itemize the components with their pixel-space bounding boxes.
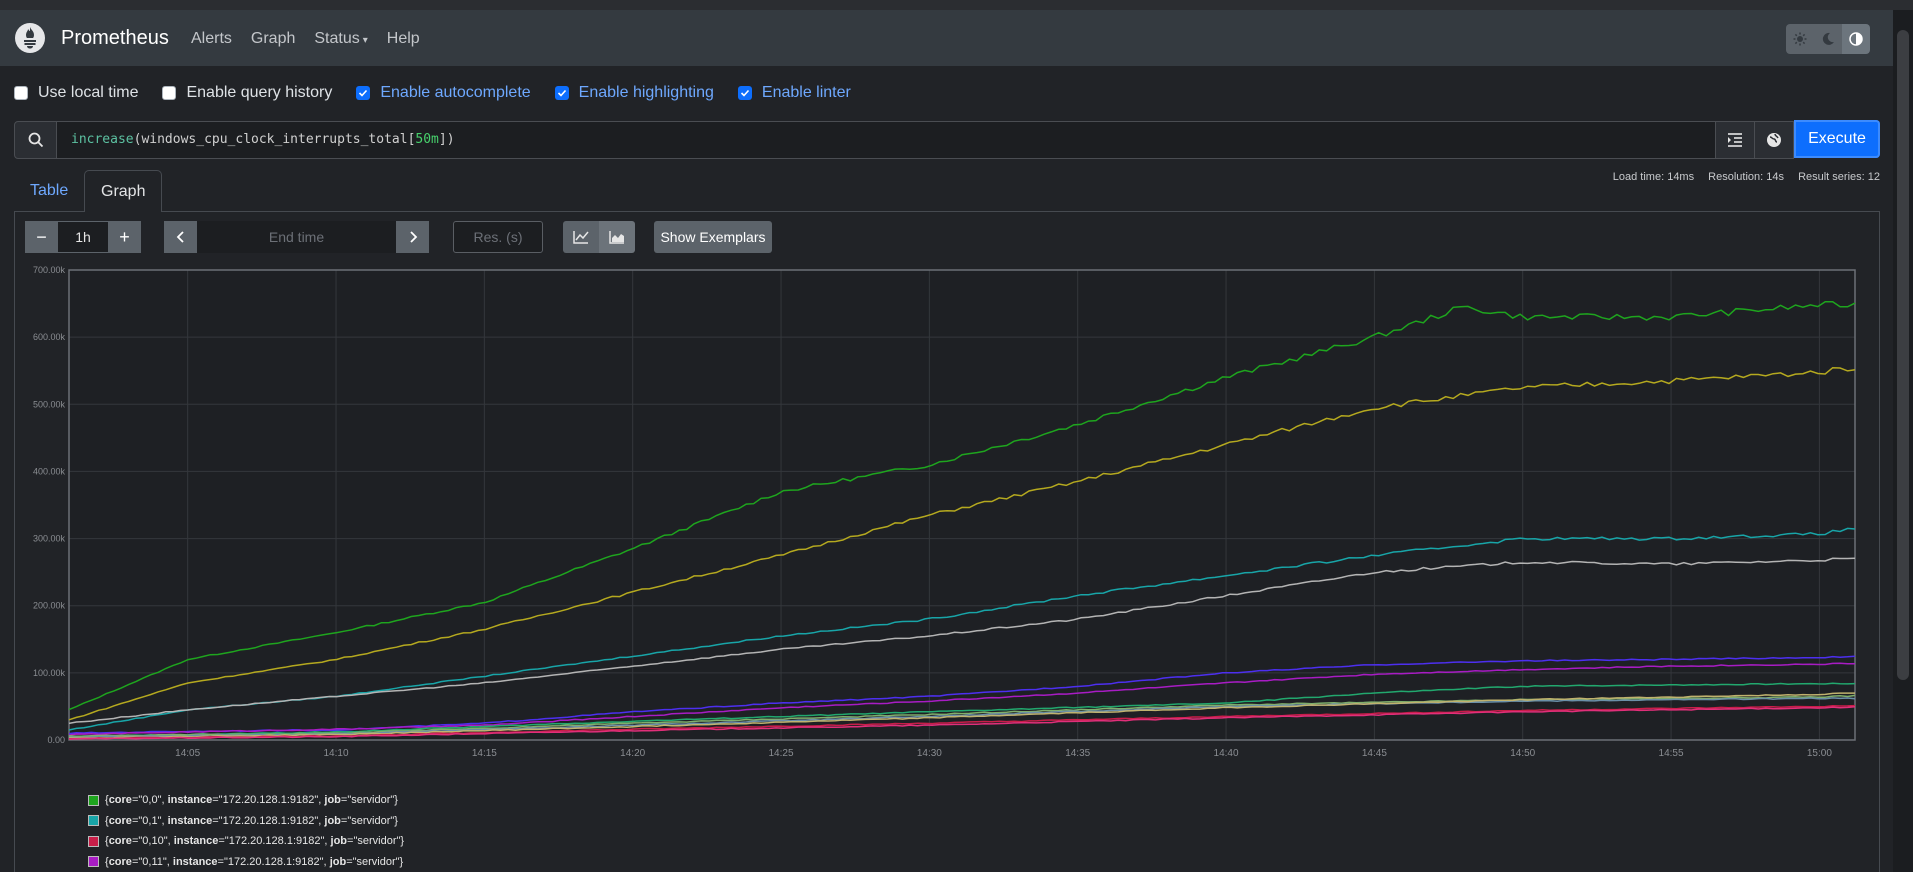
graph-chart[interactable]: 0.00 100.00k 200.00k 300.00k 400.00k 500.00k 6… xyxy=(0,0,1893,790)
legend-swatch xyxy=(88,794,99,806)
legend-swatch xyxy=(88,856,99,868)
x-tick-label: 14:15 xyxy=(472,748,497,759)
x-tick-label: 15:00 xyxy=(1807,748,1832,759)
legend-item[interactable]: {core="0,1", instance="172.20.128.1:9182… xyxy=(88,811,404,832)
x-tick-label: 14:10 xyxy=(323,748,348,759)
x-tick-label: 14:25 xyxy=(769,748,794,759)
y-tick-label: 200.00k xyxy=(33,601,66,611)
legend-swatch xyxy=(88,835,99,847)
y-tick-label: 700.00k xyxy=(33,265,66,275)
x-tick-label: 14:40 xyxy=(1214,748,1239,759)
page-scrollbar-thumb[interactable] xyxy=(1897,30,1909,680)
legend-item[interactable]: {core="0,0", instance="172.20.128.1:9182… xyxy=(88,790,404,811)
y-tick-label: 600.00k xyxy=(33,332,66,342)
legend-label: {core="0,0", instance="172.20.128.1:9182… xyxy=(105,794,398,807)
x-tick-label: 14:20 xyxy=(620,748,645,759)
legend-label: {core="0,10", instance="172.20.128.1:918… xyxy=(105,835,405,848)
x-tick-label: 14:45 xyxy=(1362,748,1387,759)
legend: {core="0,0", instance="172.20.128.1:9182… xyxy=(88,790,404,872)
x-tick-label: 14:05 xyxy=(175,748,200,759)
y-tick-label: 400.00k xyxy=(33,466,66,476)
y-tick-label: 0.00 xyxy=(47,735,65,745)
x-tick-label: 14:50 xyxy=(1510,748,1535,759)
legend-item[interactable]: {core="0,10", instance="172.20.128.1:918… xyxy=(88,831,404,852)
legend-item[interactable]: {core="0,11", instance="172.20.128.1:918… xyxy=(88,852,404,872)
x-tick-label: 14:35 xyxy=(1065,748,1090,759)
x-tick-label: 14:30 xyxy=(917,748,942,759)
x-tick-label: 14:55 xyxy=(1659,748,1684,759)
legend-label: {core="0,11", instance="172.20.128.1:918… xyxy=(105,855,404,868)
y-tick-label: 500.00k xyxy=(33,399,66,409)
legend-label: {core="0,1", instance="172.20.128.1:9182… xyxy=(105,814,398,827)
y-tick-label: 100.00k xyxy=(33,668,66,678)
plot-area xyxy=(69,270,1855,740)
y-tick-label: 300.00k xyxy=(33,534,66,544)
legend-swatch xyxy=(88,815,99,827)
